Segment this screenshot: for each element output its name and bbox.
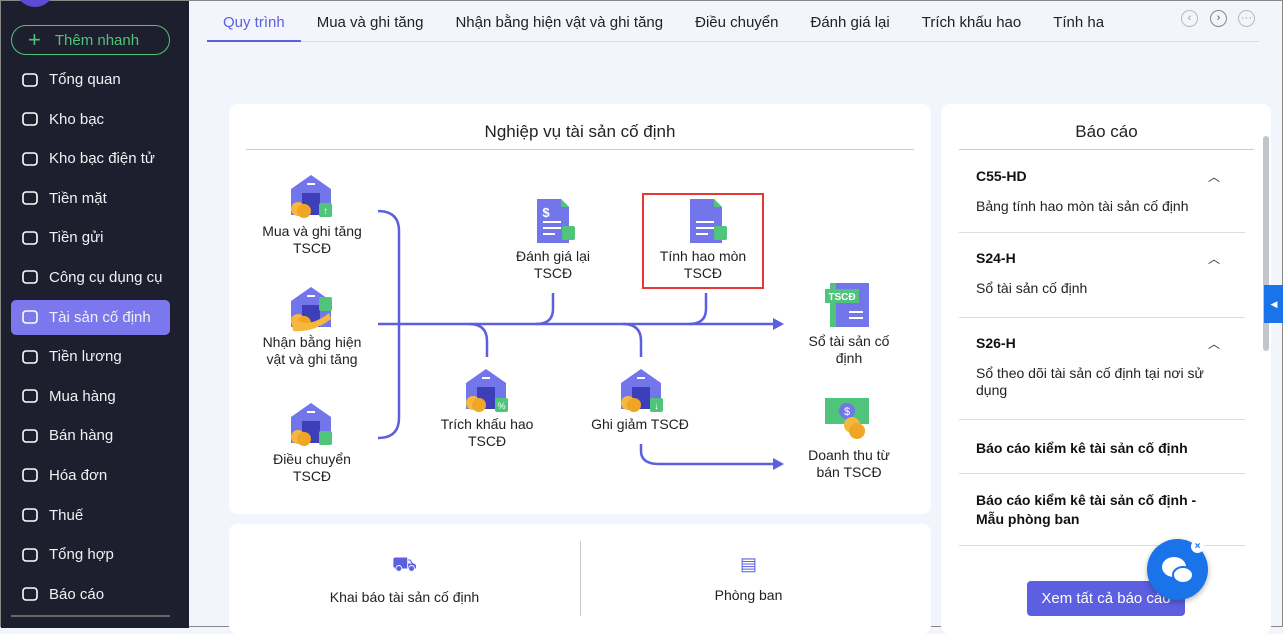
close-chat-icon[interactable]: × (1191, 540, 1204, 553)
arrow-head (773, 318, 784, 330)
report-desc: Sổ tài sản cố định (976, 280, 1088, 296)
purchase-asset-icon: ↑ (291, 175, 332, 218)
arrow-head (773, 458, 784, 470)
report-desc: Bảng tính hao mòn tài sản cố định (976, 198, 1189, 214)
report-item[interactable]: S26-H Sổ theo dõi tài sản cố định tại nơi… (959, 318, 1245, 420)
trich-connector (468, 322, 489, 357)
tscd-badge: TSCĐ (828, 292, 855, 303)
chevron-up-icon[interactable]: ︿ (1208, 335, 1220, 352)
svg-text:↑: ↑ (323, 206, 328, 217)
process-node-trich[interactable]: Trích khấu hao TSCĐ (441, 416, 534, 450)
chevron-up-icon[interactable]: ︿ (1208, 168, 1220, 185)
receive-asset-icon (291, 287, 332, 332)
report-code: Báo cáo kiểm kê tài sản cố định - Mẫu ph… (976, 492, 1197, 527)
sales-revenue-icon: $ (825, 398, 869, 439)
report-item[interactable]: C55-HD Bảng tính hao mòn tài sản cố định ︿ (959, 151, 1245, 233)
department-button[interactable]: ▤ Phòng ban (581, 554, 916, 603)
process-node-danhgia[interactable]: Đánh giá lại TSCĐ (516, 248, 590, 282)
report-desc: Sổ theo dõi tài sản cố định tại nơi sử d… (976, 365, 1204, 398)
report-code: Báo cáo kiểm kê tài sản cố định (976, 440, 1188, 456)
asset-ledger-icon: TSCĐ (825, 283, 869, 327)
process-node-so[interactable]: Sổ tài sản cố định (809, 333, 890, 367)
svg-text:↓: ↓ (654, 401, 659, 412)
revaluation-icon: $ (537, 199, 575, 243)
department-icon: ▤ (739, 554, 757, 574)
process-node-dieu[interactable]: Điều chuyển TSCĐ (273, 451, 351, 485)
danh-gia-connector (535, 293, 555, 326)
report-code: C55-HD (976, 168, 1027, 184)
process-node-ghigiam[interactable]: Ghi giảm TSCĐ (591, 416, 689, 433)
collapse-panel-toggle[interactable]: ◀ (1264, 285, 1283, 323)
asset-declaration-button[interactable]: ⛟ Khai báo tài sản cố định (229, 554, 580, 605)
reports-title: Báo cáo (1075, 122, 1138, 141)
tinh-hao-connector (688, 293, 708, 326)
report-item[interactable]: Báo cáo kiểm kê tài sản cố định - Mẫu ph… (959, 474, 1245, 546)
process-node-tinhhao[interactable]: Tính hao mòn TSCĐ (660, 248, 746, 282)
truck-icon: ⛟ (391, 554, 418, 576)
disposal-icon: ↓ (621, 369, 663, 412)
report-item[interactable]: S24-H Sổ tài sản cố định ︿ (959, 233, 1245, 318)
depreciation-icon: % (466, 369, 508, 412)
process-node-nhan[interactable]: Nhận bằng hiện vật và ghi tăng (263, 334, 362, 368)
process-node-doanhthu[interactable]: Doanh thu từ bán TSCĐ (808, 447, 890, 481)
chevron-up-icon[interactable]: ︿ (1208, 250, 1220, 267)
report-code: S24-H (976, 250, 1016, 266)
divider (959, 149, 1254, 150)
process-node-mua[interactable]: Mua và ghi tăng TSCĐ (262, 223, 362, 257)
ghi-giam-connector (622, 322, 643, 357)
svg-text:$: $ (844, 406, 850, 418)
report-code: S26-H (976, 335, 1016, 351)
svg-text:%: % (497, 401, 505, 411)
doanh-thu-connector (639, 444, 773, 466)
report-item[interactable]: Báo cáo kiểm kê tài sản cố định (959, 420, 1245, 474)
svg-text:$: $ (542, 205, 550, 220)
transfer-asset-icon (291, 403, 332, 446)
